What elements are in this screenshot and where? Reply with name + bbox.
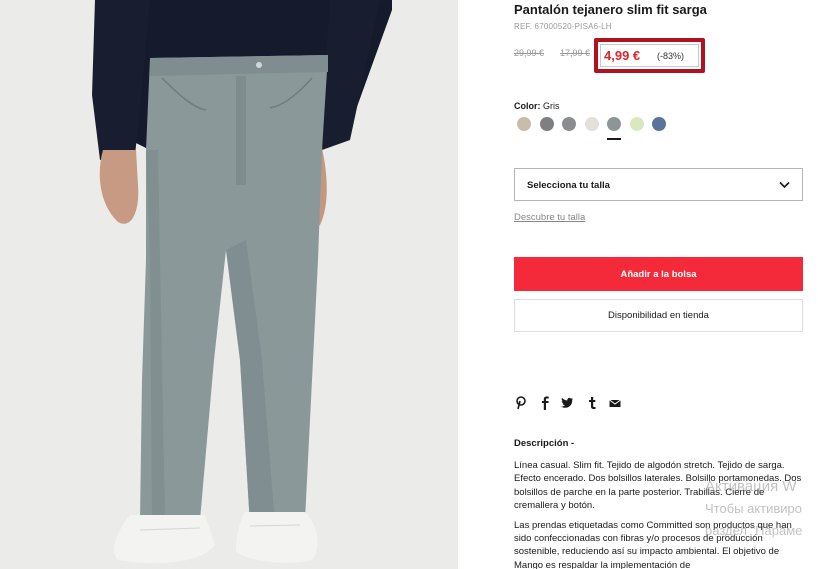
size-guide-link[interactable]: Descubre tu talla: [514, 212, 585, 223]
current-price: 4,99 €: [604, 48, 641, 63]
color-swatches: [517, 117, 677, 141]
product-photo[interactable]: [0, 0, 458, 569]
product-reference: REF. 67000520-PISA6-LH: [514, 22, 612, 31]
email-icon[interactable]: [608, 396, 622, 410]
store-availability-button[interactable]: Disponibilidad en tienda: [514, 299, 803, 332]
chevron-down-icon: [779, 181, 790, 189]
activation-watermark-line: Активация W: [705, 478, 797, 495]
size-select[interactable]: Selecciona tu talla: [514, 168, 803, 201]
activation-watermark-line: Чтобы активиро: [705, 501, 803, 516]
model-illustration: [0, 0, 458, 569]
share-bar: [514, 396, 634, 412]
color-swatch-gray-dark[interactable]: [539, 117, 554, 131]
description-heading[interactable]: Descripción -: [514, 438, 574, 449]
previous-sale-price: 17,99 €: [560, 48, 591, 58]
color-label-value: Gris: [543, 101, 560, 111]
color-label-key: Color:: [514, 101, 541, 111]
price-container: 4,99 € (-83%): [600, 44, 699, 67]
selected-swatch-indicator: [607, 138, 621, 140]
activation-watermark-line: раздел "Параме: [705, 523, 803, 538]
add-to-bag-button[interactable]: Añadir a la bolsa: [514, 257, 803, 291]
tumblr-icon[interactable]: [585, 396, 599, 410]
size-select-label: Selecciona tu talla: [527, 180, 610, 191]
color-label: Color: Gris: [514, 101, 560, 111]
color-swatch-light-green[interactable]: [629, 117, 644, 131]
original-price: 29,99 €: [514, 48, 545, 58]
price-highlight-box: 4,99 € (-83%): [594, 38, 705, 73]
twitter-icon[interactable]: [560, 396, 574, 410]
discount-badge: (-83%): [657, 51, 685, 61]
color-swatch-cream[interactable]: [584, 117, 599, 131]
color-swatch-gray-mid[interactable]: [562, 117, 576, 131]
product-title: Pantalón tejanero slim fit sarga: [514, 2, 707, 17]
product-page: Pantalón tejanero slim fit sarga REF. 67…: [0, 0, 818, 569]
color-swatch-beige[interactable]: [517, 117, 531, 131]
facebook-icon[interactable]: [538, 396, 552, 410]
color-swatch-gris[interactable]: [607, 117, 621, 131]
color-swatch-blue[interactable]: [652, 117, 666, 131]
pinterest-icon[interactable]: [514, 396, 528, 410]
